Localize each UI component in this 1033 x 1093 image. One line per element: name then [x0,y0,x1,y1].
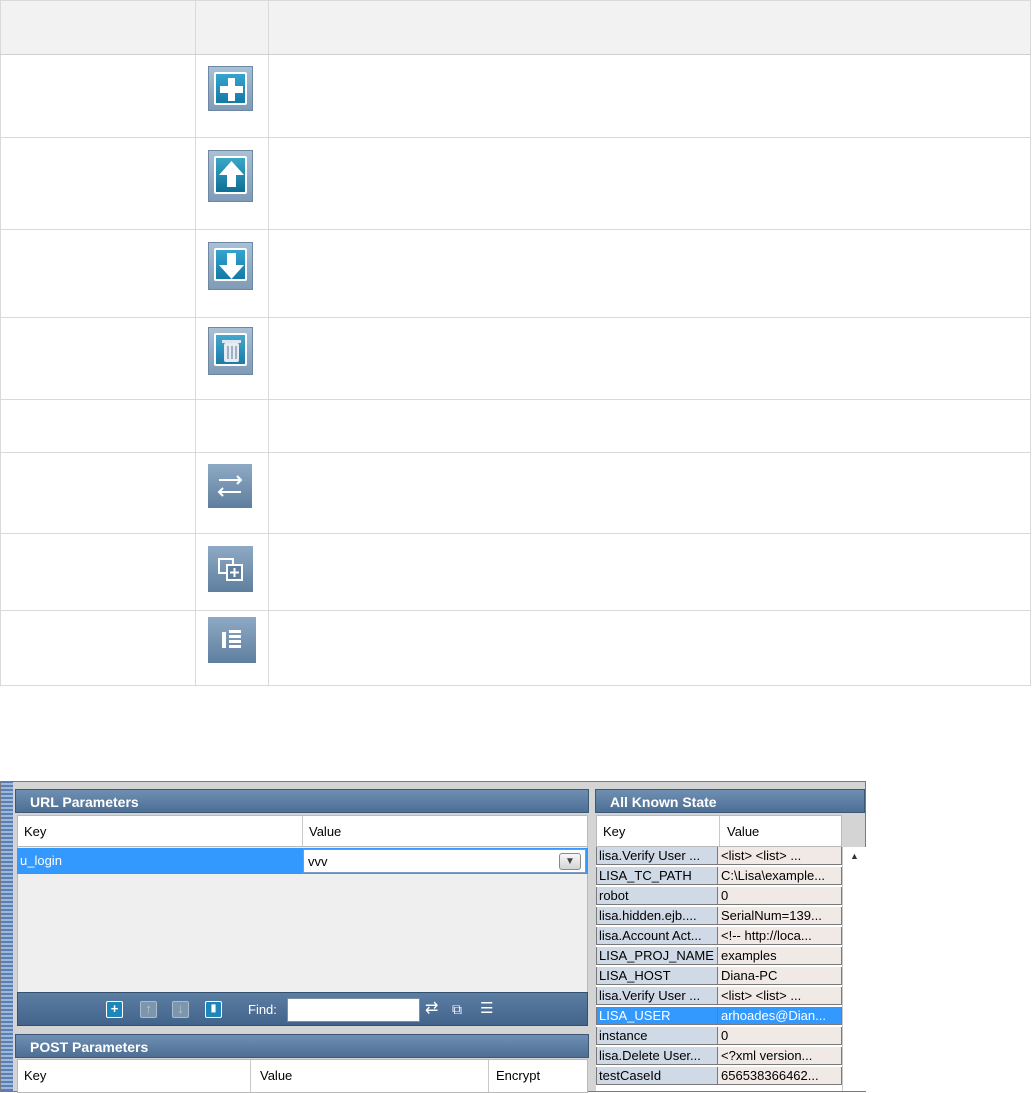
lisa-parameters-panel: URL Parameters Key Value u_login vvv ▼ +… [0,781,866,1093]
all-known-state-columns: Key Value [596,815,842,847]
all-known-state-title: All Known State [610,794,717,810]
url-parameters-header: URL Parameters [15,789,589,813]
row-value[interactable]: 0 [718,887,842,905]
icon-reference-table [0,0,1031,686]
table-row [0,317,1031,400]
row-value[interactable]: <!-- http://loca... [718,927,842,945]
table-row[interactable]: LISA_HOST Diana-PC [596,967,842,985]
row-value[interactable]: <?xml version... [718,1047,842,1065]
table-row[interactable]: lisa.Delete User... <?xml version... [596,1047,842,1065]
row-value[interactable]: Diana-PC [718,967,842,985]
column-value[interactable]: Value [309,824,341,839]
table-row [0,137,1031,230]
delete-row-button[interactable]: ▮ [205,1001,222,1018]
url-parameters-title: URL Parameters [30,794,139,810]
move-up-icon [208,150,253,202]
copy-icon [208,546,253,592]
add-icon [208,66,253,111]
table-row [0,610,1031,686]
row-key[interactable]: testCaseId [596,1067,718,1085]
row-key[interactable]: LISA_USER [596,1007,718,1025]
column-value[interactable]: Value [727,824,759,839]
column-value[interactable]: Value [260,1068,292,1083]
column-encrypt[interactable]: Encrypt [496,1068,540,1083]
column-key[interactable]: Key [24,824,46,839]
delete-icon [208,327,253,375]
row-key[interactable]: lisa.Account Act... [596,927,718,945]
table-row [0,452,1031,534]
find-label: Find: [248,1002,277,1017]
row-value[interactable]: C:\Lisa\example... [718,867,842,885]
table-row [0,533,1031,611]
url-parameters-columns: Key Value [17,815,588,847]
row-key[interactable]: lisa.hidden.ejb.... [596,907,718,925]
row-key[interactable]: lisa.Verify User ... [596,847,718,865]
row-value[interactable]: arhoades@Dian... [718,1007,842,1025]
row-key[interactable]: lisa.Verify User ... [596,987,718,1005]
copy-icon[interactable]: ⧉ [452,1000,462,1018]
row-value[interactable]: SerialNum=139... [718,907,842,925]
header-cell-icon [195,0,269,55]
move-down-button[interactable]: ↓ [172,1001,189,1018]
header-cell-description [268,0,1031,55]
move-up-button[interactable]: ↑ [140,1001,157,1018]
table-row[interactable]: u_login vvv ▼ [17,848,588,874]
find-input[interactable] [287,998,420,1022]
table-row[interactable]: lisa.hidden.ejb.... SerialNum=139... [596,907,842,925]
header-cell-name [0,0,196,55]
all-known-state-grid: lisa.Verify User ... <list> <list> ... LI… [596,847,842,1091]
table-header-row [0,0,1031,55]
row-value[interactable]: examples [718,947,842,965]
row-key[interactable]: LISA_PROJ_NAME [596,947,718,965]
list-icon [208,617,256,663]
table-row[interactable]: testCaseId 656538366462... [596,1067,842,1085]
table-row [0,54,1031,138]
row-value[interactable]: vvv [308,854,328,869]
swap-icon[interactable]: ⇄ [425,1000,438,1018]
table-row[interactable]: instance 0 [596,1027,842,1045]
table-row[interactable]: lisa.Verify User ... <list> <list> ... [596,847,842,865]
chevron-down-icon[interactable]: ▼ [559,853,581,870]
row-key[interactable]: instance [596,1027,718,1045]
row-value[interactable]: <list> <list> ... [718,987,842,1005]
row-key[interactable]: u_login [20,853,62,868]
table-row[interactable]: robot 0 [596,887,842,905]
table-row[interactable]: lisa.Account Act... <!-- http://loca... [596,927,842,945]
row-key[interactable]: robot [596,887,718,905]
row-value-editor[interactable]: vvv ▼ [303,849,586,873]
table-row [0,399,1031,453]
move-down-icon [208,242,253,290]
scroll-up-icon[interactable]: ▲ [850,851,859,861]
post-parameters-header: POST Parameters [15,1034,589,1058]
column-key[interactable]: Key [24,1068,46,1083]
row-key[interactable]: LISA_HOST [596,967,718,985]
row-value[interactable]: 0 [718,1027,842,1045]
row-value[interactable]: <list> <list> ... [718,847,842,865]
table-row[interactable]: LISA_TC_PATH C:\Lisa\example... [596,867,842,885]
add-row-button[interactable]: + [106,1001,123,1018]
all-known-state-header: All Known State [595,789,865,813]
row-value[interactable]: 656538366462... [718,1067,842,1085]
table-row[interactable]: LISA_USER arhoades@Dian... [596,1007,842,1025]
post-parameters-columns: Key Value Encrypt [17,1059,588,1093]
swap-icon [208,464,252,508]
list-icon[interactable]: ☰ [480,1000,493,1018]
row-key[interactable]: lisa.Delete User... [596,1047,718,1065]
url-parameters-toolbar: + ↑ ↓ ▮ Find: ⇄ ⧉ ☰ [17,992,588,1026]
table-row [0,229,1031,318]
post-parameters-title: POST Parameters [30,1039,149,1055]
vertical-scrollbar[interactable]: ▲ [842,847,866,1091]
table-row[interactable]: lisa.Verify User ... <list> <list> ... [596,987,842,1005]
row-key[interactable]: LISA_TC_PATH [596,867,718,885]
column-key[interactable]: Key [603,824,625,839]
table-row[interactable]: LISA_PROJ_NAME examples [596,947,842,965]
panel-splitter[interactable] [1,782,13,1091]
